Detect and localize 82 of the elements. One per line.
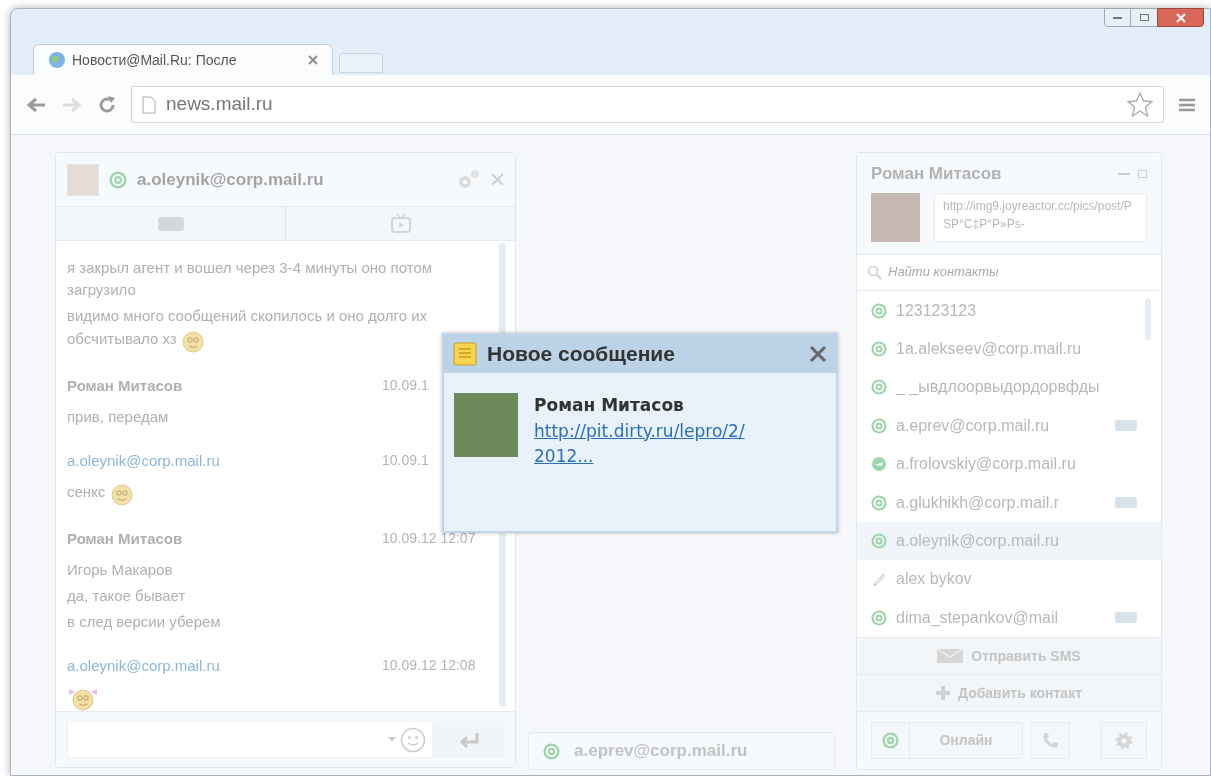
at-sign-icon <box>543 742 560 760</box>
at-sign-icon <box>109 170 127 189</box>
message-time: 10.09.1 <box>382 450 430 470</box>
message-input[interactable] <box>67 721 433 758</box>
search-icon <box>867 264 882 280</box>
minimize-button[interactable] <box>1104 8 1131 27</box>
message-text: прив, передам <box>67 406 170 427</box>
page-icon <box>142 95 156 114</box>
message-author: Роман Митасов <box>67 376 183 396</box>
tab-title: Новости@Mail.Ru: После <box>72 50 237 70</box>
caret-icon[interactable] <box>388 737 396 742</box>
message-time: 10.09.12 12:08 <box>382 655 477 675</box>
contact-name: a.glukhikh@corp.mail.r <box>896 492 1060 513</box>
new-tab-button[interactable] <box>339 53 383 73</box>
url-text: news.mail.ru <box>166 92 273 117</box>
smiley-icon[interactable] <box>400 726 426 753</box>
at-sign-icon <box>871 533 887 550</box>
address-bar[interactable]: news.mail.ru <box>131 86 1164 123</box>
message-time: 10.09.1 <box>382 376 430 395</box>
at-sign-icon <box>882 732 899 749</box>
menu-icon[interactable] <box>1178 96 1196 113</box>
message-icon <box>453 342 477 366</box>
photo-placeholder <box>454 393 518 457</box>
sender-name: Роман Митасов <box>534 394 685 417</box>
message-time: 10.09.12 12:07 <box>382 529 477 548</box>
photo-placeholder <box>871 192 920 242</box>
star-icon[interactable] <box>1127 92 1153 117</box>
sms-icon <box>1115 420 1137 432</box>
plus-icon <box>936 686 950 700</box>
contact-name: _ _ывдлоорвыдордорвфды <box>896 377 1101 398</box>
browser-tab[interactable]: Новости@Mail.Ru: После <box>33 44 333 75</box>
maximize-button[interactable] <box>1131 8 1157 27</box>
contact-name: a.frolovskiy@corp.mail.ru <box>896 454 1077 475</box>
message-author: a.oleynik@corp.mail.ru <box>67 450 220 471</box>
reload-icon[interactable] <box>97 94 117 115</box>
at-sign-icon <box>871 379 887 396</box>
owner-name: Роман Митасов <box>871 163 1003 185</box>
sms-icon <box>157 216 184 231</box>
globe-icon <box>48 51 66 69</box>
send-button[interactable] <box>433 721 504 758</box>
message-text: Игорь Макаров <box>67 559 174 580</box>
contact-name: 123123123 <box>896 300 978 321</box>
minimize-icon[interactable] <box>1118 172 1130 175</box>
contact-name: a.eprev@corp.mail.ru <box>896 415 1051 436</box>
enter-arrow-icon <box>457 731 480 748</box>
phone-button[interactable] <box>1030 722 1070 759</box>
contact-name: a.oleynik@corp.mail.ru <box>896 531 1060 552</box>
at-sign-icon <box>871 417 887 434</box>
close-button[interactable] <box>1157 8 1204 27</box>
message-text: да, такое бывает <box>67 585 187 606</box>
settings-button[interactable] <box>1100 722 1147 759</box>
message-link[interactable]: http://pit.dirty.ru/lepro/2/ 2012... <box>534 418 804 469</box>
message-text: в след версии уберем <box>67 611 222 632</box>
close-icon <box>1175 12 1186 23</box>
avatar <box>67 163 99 196</box>
at-sign-icon <box>871 609 887 626</box>
search-field[interactable]: Найти контакты <box>888 262 1151 282</box>
contact-name: alex bykov <box>896 569 973 590</box>
contact-item[interactable]: a.oleynik@corp.mail.ru <box>857 521 1161 561</box>
tv-icon <box>389 212 412 235</box>
contact-name: dima_stepankov@mail <box>896 607 1060 628</box>
chat-contact-name: a.eprev@corp.mail.ru <box>574 740 748 763</box>
popout-icon[interactable] <box>1138 169 1147 178</box>
close-icon[interactable] <box>308 55 318 65</box>
chat-contact-name: a.oleynik@corp.mail.ru <box>137 168 324 191</box>
scrollbar <box>1145 297 1151 340</box>
minimized-chat[interactable]: a.eprev@corp.mail.ru <box>528 732 835 770</box>
phone-icon <box>1041 731 1059 750</box>
message-author: Роман Митасов <box>67 529 183 549</box>
sms-icon <box>1115 497 1137 509</box>
at-sign-icon <box>871 302 887 319</box>
message-author: a.oleynik@corp.mail.ru <box>67 655 220 676</box>
envelope-icon <box>937 649 964 663</box>
contact-name: 1a.alekseev@corp.mail.ru <box>896 339 1083 360</box>
pencil-icon <box>871 571 887 588</box>
at-sign-icon <box>871 494 887 511</box>
status-text: http://img9.joyreactor.cc/pics/post/PSP°C‡P°P»Ps- <box>934 192 1147 242</box>
chat-bubble-icon <box>871 456 887 473</box>
back-arrow-icon[interactable] <box>25 95 47 114</box>
at-sign-icon <box>871 341 887 358</box>
close-icon[interactable] <box>809 345 827 363</box>
sms-icon <box>1115 612 1137 624</box>
